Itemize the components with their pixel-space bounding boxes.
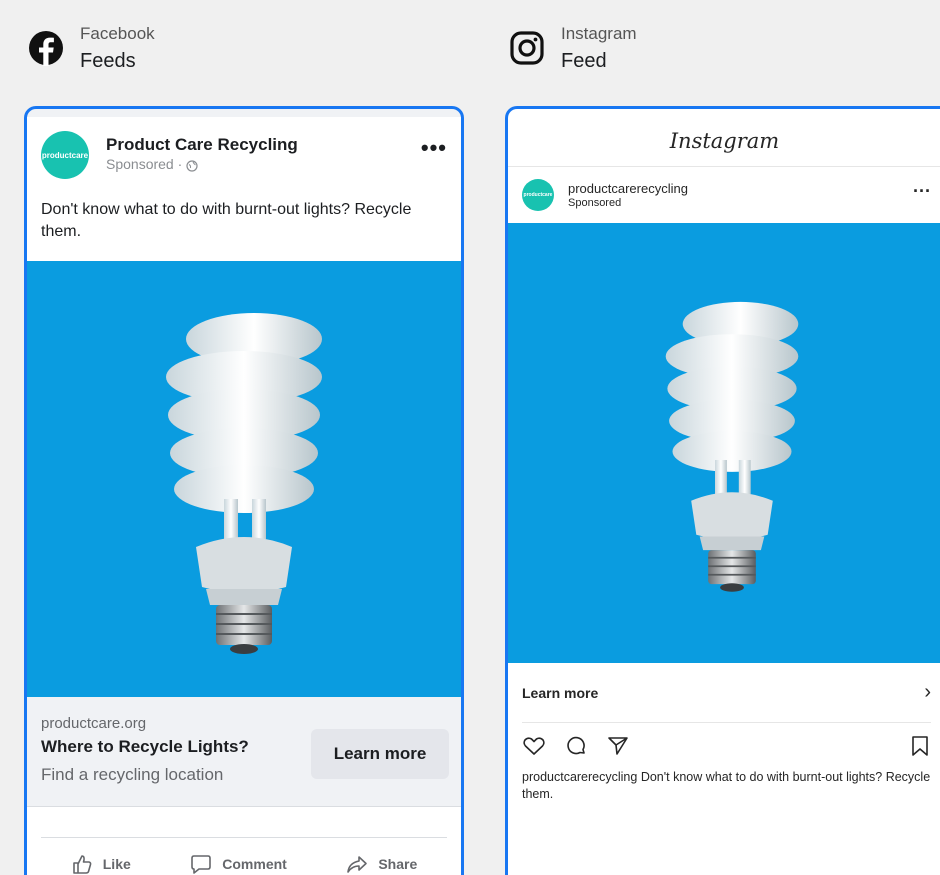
- link-headline: Where to Recycle Lights?: [41, 737, 249, 756]
- instagram-logo-icon: [507, 28, 547, 68]
- comment-label: Comment: [222, 855, 287, 872]
- like-icon: [72, 854, 92, 874]
- learn-more-row[interactable]: Learn more ›: [522, 663, 931, 723]
- globe-icon: [186, 158, 198, 172]
- facebook-placement-name: Feeds: [80, 50, 136, 72]
- instagram-wordmark: Instagram: [669, 128, 780, 153]
- share-icon: [347, 855, 368, 873]
- page-name[interactable]: Product Care Recycling: [106, 135, 298, 155]
- like-label: Like: [102, 855, 131, 872]
- instagram-platform-name: Instagram: [561, 24, 637, 43]
- more-icon[interactable]: •••: [421, 137, 447, 159]
- link-description: Find a recycling location: [41, 765, 224, 784]
- ad-image[interactable]: [508, 223, 940, 663]
- avatar-text: productcare: [523, 192, 553, 198]
- facebook-ad-preview[interactable]: productcare Product Care Recycling Spons…: [24, 106, 464, 875]
- ig-comment-icon[interactable]: [564, 734, 588, 763]
- avatar-text: productcare: [41, 150, 89, 160]
- avatar[interactable]: productcare: [41, 131, 89, 179]
- instagram-platform-header: Instagram Feed: [507, 22, 637, 76]
- instagram-top-bar: Instagram: [508, 109, 940, 167]
- light-bulb-icon: [166, 313, 322, 654]
- learn-more-button[interactable]: Learn more: [311, 729, 449, 779]
- username[interactable]: productcarerecycling: [568, 181, 688, 196]
- ad-image[interactable]: [27, 261, 461, 697]
- bookmark-icon[interactable]: [909, 734, 931, 763]
- instagram-placement-name: Feed: [561, 50, 607, 72]
- link-preview[interactable]: productcare.org Where to Recycle Lights?…: [27, 697, 461, 807]
- facebook-post-header: productcare Product Care Recycling Spons…: [27, 117, 461, 179]
- like-button[interactable]: Like: [71, 853, 131, 875]
- learn-more-label: Learn more: [522, 684, 599, 701]
- facebook-logo-icon: [26, 28, 66, 68]
- facebook-platform-name: Facebook: [80, 24, 155, 43]
- comment-button[interactable]: Comment: [190, 853, 287, 875]
- caption-username[interactable]: productcarerecycling: [522, 770, 637, 784]
- more-icon[interactable]: ···: [913, 181, 931, 202]
- comment-icon: [191, 854, 212, 874]
- link-domain: productcare.org: [41, 715, 147, 732]
- post-actions: Like Comment Share: [41, 837, 447, 875]
- instagram-post-header: productcare productcarerecycling Sponsor…: [508, 167, 940, 223]
- sponsored-label: Sponsored ·: [106, 155, 298, 173]
- avatar[interactable]: productcare: [522, 179, 554, 211]
- facebook-platform-header: Facebook Feeds: [26, 22, 155, 76]
- post-text: Don't know what to do with burnt-out lig…: [41, 201, 412, 240]
- heart-icon[interactable]: [522, 734, 546, 763]
- chevron-right-icon: ›: [924, 681, 931, 703]
- sponsored-text: Sponsored ·: [106, 156, 183, 172]
- share-button[interactable]: Share: [346, 853, 417, 875]
- post-caption: productcarerecycling Don't know what to …: [522, 769, 931, 803]
- instagram-action-bar: [522, 733, 931, 763]
- light-bulb-icon: [665, 301, 798, 592]
- sponsored-label: Sponsored: [568, 196, 622, 209]
- send-icon[interactable]: [606, 734, 630, 763]
- instagram-ad-preview[interactable]: Instagram productcare productcarerecycli…: [505, 106, 940, 875]
- share-label: Share: [378, 855, 418, 872]
